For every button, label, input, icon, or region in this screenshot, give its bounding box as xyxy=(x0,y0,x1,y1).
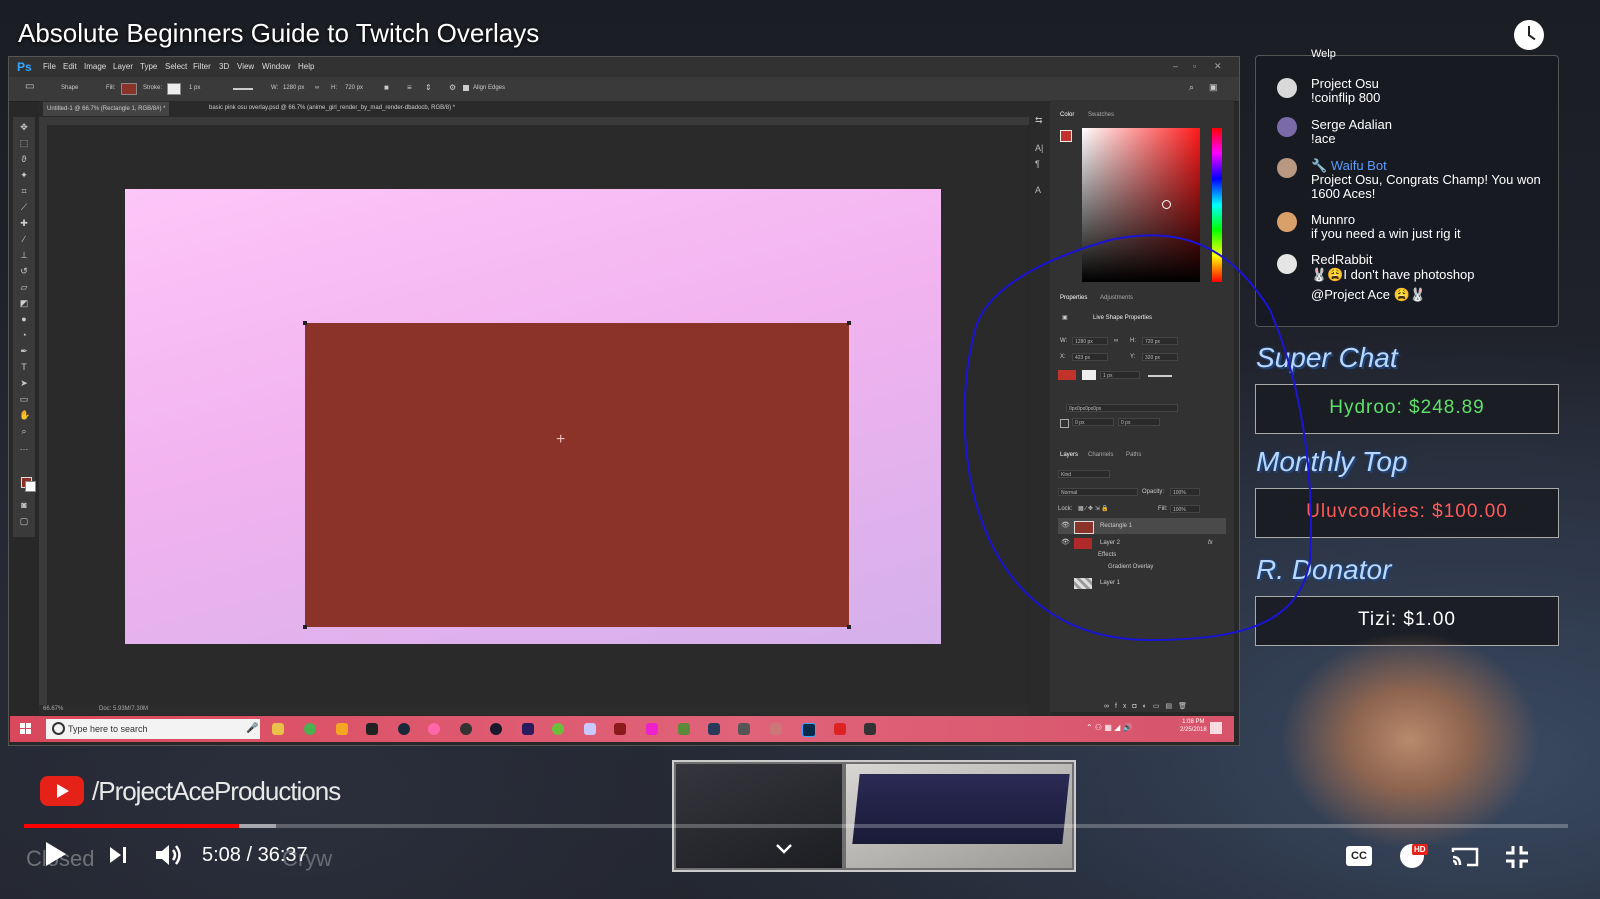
channel-name: /ProjectAceProductions xyxy=(92,776,341,806)
fullscreen-exit-icon[interactable] xyxy=(1504,844,1530,870)
chevron-down-icon[interactable] xyxy=(774,842,794,856)
youtube-logo-icon xyxy=(40,776,84,806)
keyboard-image xyxy=(852,774,1070,844)
time-display: 5:08 / 36:37 xyxy=(202,844,308,866)
next-icon[interactable] xyxy=(108,846,128,864)
handcam-tablet xyxy=(676,764,842,868)
cc-icon[interactable]: CC xyxy=(1346,846,1372,866)
hd-badge: HD xyxy=(1412,844,1428,855)
progress-played xyxy=(24,824,239,828)
volume-icon[interactable] xyxy=(154,842,184,868)
cast-icon[interactable] xyxy=(1450,846,1480,868)
play-icon[interactable] xyxy=(46,842,66,866)
